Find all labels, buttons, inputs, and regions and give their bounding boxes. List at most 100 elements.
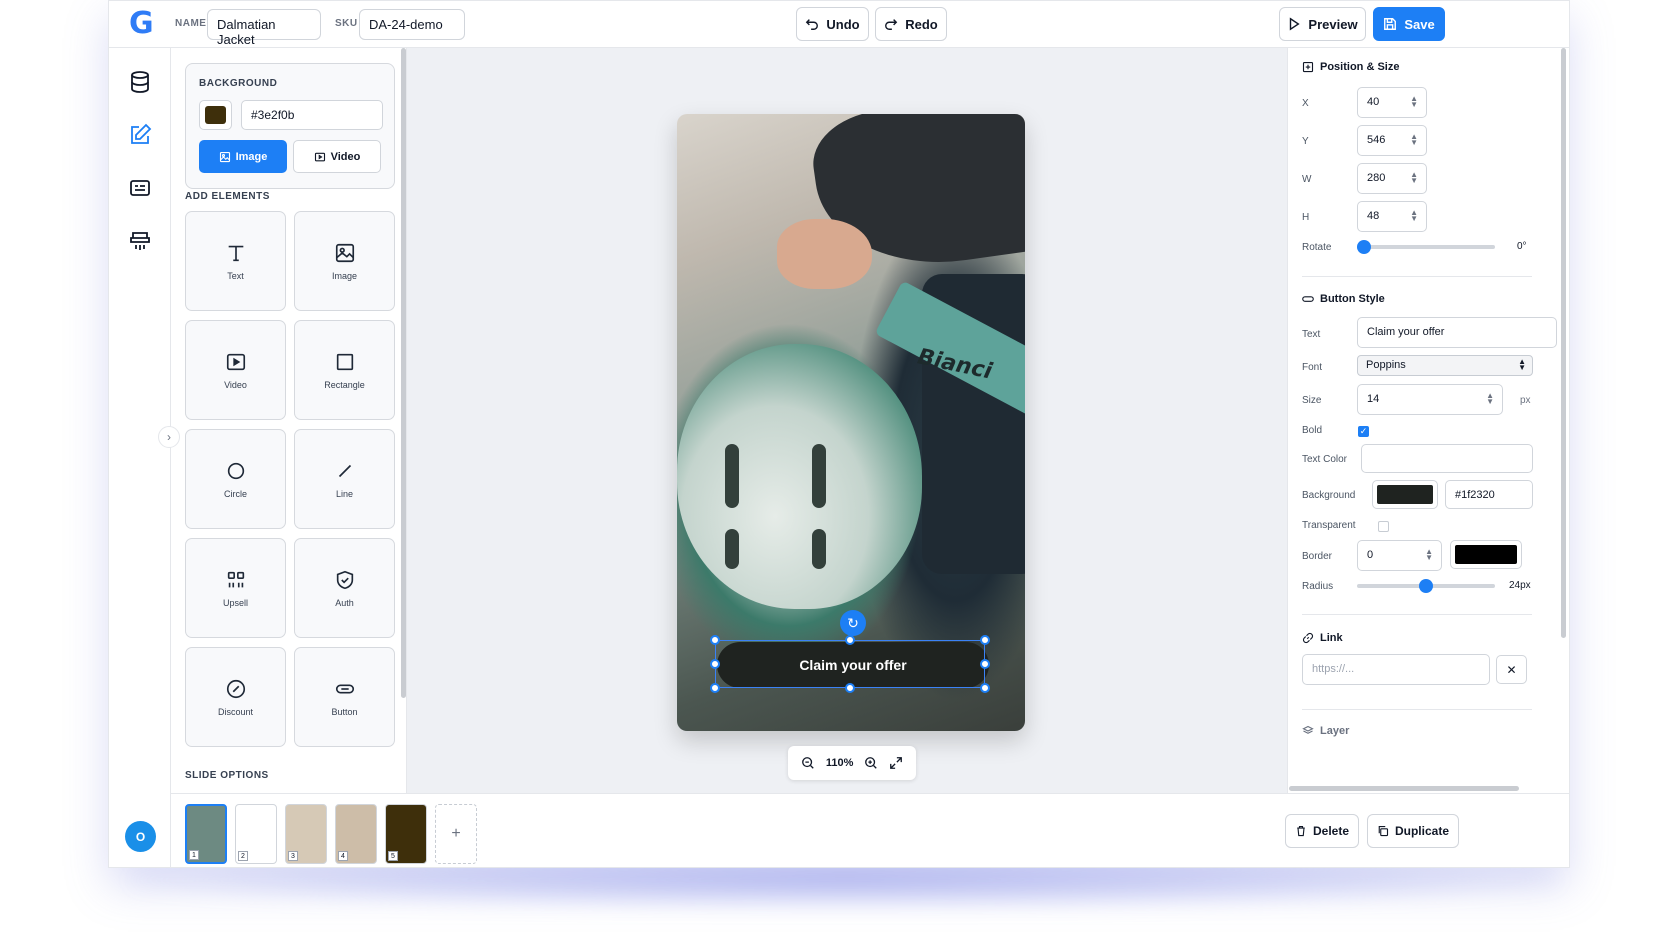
add-line-tile[interactable]: Line: [294, 429, 395, 529]
add-upsell-tile[interactable]: Upsell: [185, 538, 286, 638]
w-input[interactable]: 280 ▲ ▼: [1357, 163, 1427, 194]
save-button[interactable]: Save: [1373, 7, 1445, 41]
zoom-toolbar: 110%: [788, 746, 916, 780]
undo-button[interactable]: Undo: [796, 7, 869, 41]
y-label: Y: [1302, 136, 1309, 147]
stepper-icon[interactable]: ▲ ▼: [1425, 548, 1433, 562]
slide-thumbnail[interactable]: 2: [235, 804, 277, 864]
x-value: 40: [1367, 96, 1380, 108]
position-size-header: Position & Size: [1302, 61, 1399, 73]
add-elements-title: ADD ELEMENTS: [185, 191, 270, 202]
photo-hand: [777, 219, 872, 289]
font-select[interactable]: Poppins ▲ ▼: [1357, 355, 1533, 376]
stepper-icon[interactable]: ▲ ▼: [1486, 392, 1494, 406]
duplicate-button[interactable]: Duplicate: [1367, 814, 1459, 848]
add-image-tile[interactable]: Image: [294, 211, 395, 311]
resize-handle-w[interactable]: [710, 659, 720, 669]
avatar[interactable]: O: [125, 821, 156, 852]
add-text-tile[interactable]: Text: [185, 211, 286, 311]
button-text-input[interactable]: Claim your offer: [1357, 317, 1557, 348]
redo-button[interactable]: Redo: [875, 7, 947, 41]
text-tile-label: Text: [227, 270, 244, 281]
rotate-slider-thumb[interactable]: [1357, 240, 1371, 254]
slides-strip: 1 2 3 4 5 + Delete Duplicate: [171, 793, 1569, 867]
text-label: Text: [1302, 329, 1321, 340]
clear-link-button[interactable]: ✕: [1496, 655, 1527, 684]
right-panel-hscrollbar[interactable]: [1289, 786, 1519, 791]
stepper-icon[interactable]: ▲ ▼: [1410, 133, 1418, 147]
add-video-tile[interactable]: Video: [185, 320, 286, 420]
link-url-input[interactable]: https://...: [1302, 654, 1490, 685]
border-input[interactable]: 0 ▲ ▼: [1357, 540, 1442, 571]
resize-handle-e[interactable]: [980, 659, 990, 669]
name-input[interactable]: Dalmatian Jacket: [207, 9, 321, 47]
add-circle-tile[interactable]: Circle: [185, 429, 286, 529]
background-color-picker[interactable]: [1372, 480, 1438, 509]
preview-label: Preview: [1308, 16, 1358, 32]
slide-thumbnail[interactable]: 5: [385, 804, 427, 864]
resize-handle-s[interactable]: [845, 683, 855, 693]
add-auth-tile[interactable]: Auth: [294, 538, 395, 638]
collapse-toggle[interactable]: ›: [158, 426, 180, 448]
left-panel-scrollbar[interactable]: [401, 48, 406, 698]
database-icon[interactable]: [128, 70, 152, 94]
fullscreen-icon[interactable]: [889, 756, 903, 770]
rotate-handle[interactable]: ↻: [840, 610, 866, 636]
preview-button[interactable]: Preview: [1279, 7, 1366, 41]
background-swatch[interactable]: [199, 100, 232, 130]
slide-thumbnail[interactable]: 3: [285, 804, 327, 864]
helmet-vent: [725, 444, 739, 508]
delete-label: Delete: [1312, 824, 1350, 838]
y-input[interactable]: 546 ▲ ▼: [1357, 125, 1427, 156]
upload-icon[interactable]: [128, 228, 152, 252]
image-tile-label: Image: [331, 270, 357, 281]
size-input[interactable]: 14 ▲ ▼: [1357, 384, 1503, 415]
save-label: Save: [1404, 16, 1435, 32]
background-hex-input[interactable]: #1f2320: [1445, 480, 1533, 509]
card-icon[interactable]: [128, 176, 152, 200]
zoom-out-icon[interactable]: [801, 756, 815, 770]
rotate-slider[interactable]: [1357, 240, 1495, 254]
x-input[interactable]: 40 ▲ ▼: [1357, 87, 1427, 118]
transparent-checkbox[interactable]: [1378, 521, 1389, 532]
resize-handle-sw[interactable]: [710, 683, 720, 693]
resize-handle-nw[interactable]: [710, 635, 720, 645]
stepper-icon[interactable]: ▲ ▼: [1410, 95, 1418, 109]
add-discount-tile[interactable]: Discount: [185, 647, 286, 747]
edit-icon[interactable]: [128, 123, 152, 147]
background-video-button[interactable]: Video: [293, 140, 381, 173]
delete-button[interactable]: Delete: [1285, 814, 1359, 848]
bold-checkbox[interactable]: ✓: [1358, 426, 1369, 437]
h-value: 48: [1367, 210, 1380, 222]
link-title: Link: [1320, 632, 1343, 644]
slide-number: 1: [189, 850, 199, 860]
story-preview[interactable]: Bianci Claim your offer ↻: [677, 114, 1025, 731]
text-color-picker[interactable]: [1361, 444, 1533, 473]
slide-thumbnail[interactable]: 4: [335, 804, 377, 864]
stepper-icon[interactable]: ▲ ▼: [1410, 209, 1418, 223]
background-image-button[interactable]: Image: [199, 140, 287, 173]
button-tile-label: Button: [331, 706, 358, 717]
h-input[interactable]: 48 ▲ ▼: [1357, 201, 1427, 232]
radius-slider[interactable]: [1357, 579, 1495, 593]
canvas-area: Bianci Claim your offer ↻ 110%: [407, 48, 1287, 793]
button-style-title: Button Style: [1320, 293, 1385, 305]
sku-input[interactable]: DA-24-demo: [359, 9, 465, 40]
resize-handle-ne[interactable]: [980, 635, 990, 645]
resize-handle-se[interactable]: [980, 683, 990, 693]
add-button-tile[interactable]: Button: [294, 647, 395, 747]
background-card: BACKGROUND #3e2f0b Image Video: [185, 63, 395, 189]
button-icon: [1302, 296, 1314, 302]
add-rectangle-tile[interactable]: Rectangle: [294, 320, 395, 420]
stepper-icon[interactable]: ▲ ▼: [1410, 171, 1418, 185]
slide-thumbnail[interactable]: 1: [185, 804, 227, 864]
right-panel-scrollbar[interactable]: [1561, 48, 1566, 638]
radius-slider-thumb[interactable]: [1419, 579, 1433, 593]
resize-handle-n[interactable]: [845, 635, 855, 645]
border-color-picker[interactable]: [1450, 540, 1522, 569]
add-slide-button[interactable]: +: [435, 804, 477, 864]
background-hex-input[interactable]: #3e2f0b: [241, 100, 383, 130]
cta-button[interactable]: Claim your offer: [717, 642, 989, 688]
zoom-in-icon[interactable]: [864, 756, 878, 770]
text-color-fill: [1366, 449, 1528, 468]
